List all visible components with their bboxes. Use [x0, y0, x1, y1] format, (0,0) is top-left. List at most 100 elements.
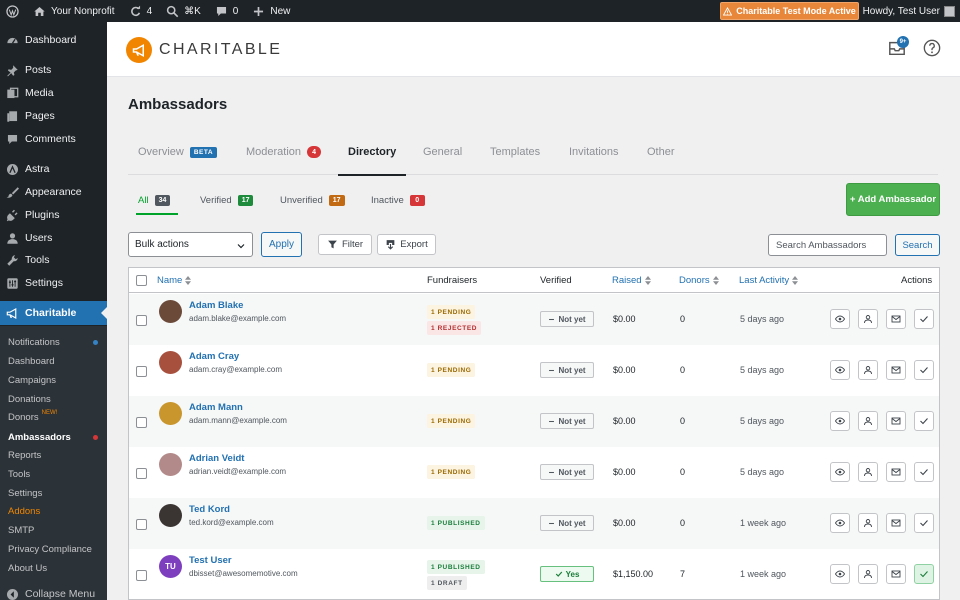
profile-button[interactable]: [858, 513, 878, 533]
column-header-raised[interactable]: Raised: [612, 268, 651, 293]
new-content-link[interactable]: New: [245, 0, 297, 22]
submenu-tools[interactable]: Tools: [8, 466, 30, 482]
email-button[interactable]: [886, 462, 906, 482]
email-button[interactable]: [886, 309, 906, 329]
email-button[interactable]: [886, 360, 906, 380]
ambassador-name-link[interactable]: Test User: [189, 555, 232, 566]
ambassador-name-link[interactable]: Adam Mann: [189, 402, 243, 413]
user-account-menu[interactable]: Howdy, Test User: [863, 0, 955, 22]
column-header-last-activity[interactable]: Last Activity: [739, 268, 799, 293]
email-button[interactable]: [886, 564, 906, 584]
test-mode-notice[interactable]: Charitable Test Mode Active: [720, 2, 859, 20]
column-header-donors[interactable]: Donors: [679, 268, 719, 293]
sidebar-item-appearance[interactable]: Appearance: [0, 182, 107, 202]
sidebar-item-dashboard[interactable]: Dashboard: [0, 30, 107, 50]
select-all-checkbox[interactable]: [136, 275, 147, 286]
ambassador-name-link[interactable]: Adam Cray: [189, 351, 239, 362]
column-header-name[interactable]: Name: [157, 268, 192, 293]
verified-status[interactable]: Not yet: [540, 515, 594, 531]
submenu-privacy-compliance[interactable]: Privacy Compliance: [8, 541, 92, 557]
filter-button[interactable]: Filter: [318, 234, 372, 255]
verified-status[interactable]: Not yet: [540, 362, 594, 378]
sidebar-item-posts[interactable]: Posts: [0, 60, 107, 80]
tab-templates[interactable]: Templates: [490, 129, 540, 175]
wordpress-logo-button[interactable]: [0, 0, 26, 22]
ambassador-name-link[interactable]: Ted Kord: [189, 504, 230, 515]
tab-directory[interactable]: Directory: [337, 129, 407, 176]
help-icon[interactable]: [923, 39, 941, 57]
row-checkbox[interactable]: [136, 417, 147, 428]
status-tab-verified[interactable]: Verified 17: [200, 187, 254, 213]
email-button[interactable]: [886, 513, 906, 533]
status-tab-unverified[interactable]: Unverified 17: [280, 187, 345, 213]
view-button[interactable]: [830, 309, 850, 329]
row-checkbox[interactable]: [136, 570, 147, 581]
bulk-actions-select[interactable]: Bulk actions: [128, 232, 253, 257]
verify-button[interactable]: [914, 513, 934, 533]
submenu-campaigns[interactable]: Campaigns: [8, 372, 56, 388]
sidebar-item-media[interactable]: Media: [0, 83, 107, 103]
updates-link[interactable]: 4: [122, 0, 160, 22]
status-tab-inactive[interactable]: Inactive 0: [371, 187, 425, 213]
export-button[interactable]: Export: [377, 234, 436, 255]
submenu-smtp[interactable]: SMTP: [8, 522, 34, 538]
sidebar-item-comments[interactable]: Comments: [0, 129, 107, 149]
command-search-link[interactable]: ⌘K: [159, 0, 208, 22]
verify-button[interactable]: [914, 411, 934, 431]
profile-button[interactable]: [858, 309, 878, 329]
ambassador-name-link[interactable]: Adam Blake: [189, 300, 243, 311]
view-button[interactable]: [830, 564, 850, 584]
sidebar-item-charitable[interactable]: Charitable: [0, 301, 107, 325]
submenu-notifications[interactable]: Notifications: [8, 334, 60, 350]
apply-button[interactable]: Apply: [261, 232, 302, 257]
site-name-link[interactable]: Your Nonprofit: [26, 0, 122, 22]
submenu-donors[interactable]: Donors NEW!: [8, 409, 57, 425]
tab-general[interactable]: General: [423, 129, 462, 175]
add-ambassador-button[interactable]: + Add Ambassador: [846, 183, 940, 216]
submenu-dashboard[interactable]: Dashboard: [8, 353, 54, 369]
profile-button[interactable]: [858, 411, 878, 431]
submenu-addons[interactable]: Addons: [8, 503, 40, 519]
view-button[interactable]: [830, 513, 850, 533]
row-checkbox[interactable]: [136, 315, 147, 326]
profile-button[interactable]: [858, 360, 878, 380]
row-checkbox[interactable]: [136, 519, 147, 530]
verify-button[interactable]: [914, 462, 934, 482]
sidebar-item-tools[interactable]: Tools: [0, 250, 107, 270]
verified-status[interactable]: Yes: [540, 566, 594, 582]
status-tab-all[interactable]: All 34: [135, 187, 179, 215]
verify-button[interactable]: [914, 564, 934, 584]
collapse-menu-button[interactable]: Collapse Menu: [0, 584, 107, 600]
ambassador-name-link[interactable]: Adrian Veidt: [189, 453, 244, 464]
tab-other[interactable]: Other: [647, 129, 675, 175]
sidebar-item-settings[interactable]: Settings: [0, 273, 107, 293]
submenu-donations[interactable]: Donations: [8, 391, 51, 407]
verified-status[interactable]: Not yet: [540, 413, 594, 429]
tab-overview[interactable]: Overview BETA: [138, 129, 218, 175]
profile-button[interactable]: [858, 564, 878, 584]
verify-button[interactable]: [914, 309, 934, 329]
view-button[interactable]: [830, 462, 850, 482]
row-checkbox[interactable]: [136, 468, 147, 479]
search-ambassadors-input[interactable]: [768, 234, 887, 256]
sidebar-item-astra[interactable]: Astra: [0, 159, 107, 179]
email-button[interactable]: [886, 411, 906, 431]
verify-button[interactable]: [914, 360, 934, 380]
tab-invitations[interactable]: Invitations: [569, 129, 619, 175]
sidebar-item-pages[interactable]: Pages: [0, 106, 107, 126]
submenu-reports[interactable]: Reports: [8, 447, 41, 463]
sidebar-item-users[interactable]: Users: [0, 228, 107, 248]
submenu-ambassadors[interactable]: Ambassadors: [8, 429, 71, 445]
profile-button[interactable]: [858, 462, 878, 482]
comments-link[interactable]: 0: [208, 0, 246, 22]
row-checkbox[interactable]: [136, 366, 147, 377]
submenu-about-us[interactable]: About Us: [8, 560, 47, 576]
view-button[interactable]: [830, 411, 850, 431]
view-button[interactable]: [830, 360, 850, 380]
verified-status[interactable]: Not yet: [540, 311, 594, 327]
submenu-settings[interactable]: Settings: [8, 485, 42, 501]
sidebar-item-plugins[interactable]: Plugins: [0, 205, 107, 225]
search-button[interactable]: Search: [895, 234, 940, 256]
tab-moderation[interactable]: Moderation 4: [246, 129, 322, 175]
verified-status[interactable]: Not yet: [540, 464, 594, 480]
